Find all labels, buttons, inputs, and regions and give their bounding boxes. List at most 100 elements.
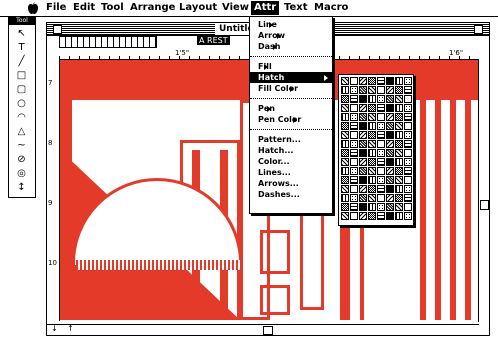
hatch-swatch[interactable] [386, 203, 394, 211]
hatch-swatch[interactable] [350, 77, 358, 85]
hatch-swatch[interactable] [404, 149, 412, 157]
hatch-swatch[interactable] [359, 203, 367, 211]
attr-menu-item-pattern[interactable]: Pattern... [258, 134, 301, 145]
circle-tool-icon[interactable]: ◎ [11, 167, 32, 181]
hatch-swatch[interactable] [359, 131, 367, 139]
menu-edit[interactable]: Edit [73, 2, 95, 14]
attr-menu-item-hatch[interactable]: Hatch... [258, 145, 293, 156]
hatch-swatch[interactable] [395, 176, 403, 184]
hatch-swatch[interactable] [404, 77, 412, 85]
hatch-swatch[interactable] [377, 149, 385, 157]
hatch-swatch[interactable] [395, 149, 403, 157]
hatch-swatch[interactable] [350, 113, 358, 121]
hatch-swatch[interactable] [341, 113, 349, 121]
hatch-swatch[interactable] [368, 176, 376, 184]
zoom-box[interactable] [474, 25, 483, 34]
hatch-swatch[interactable] [368, 104, 376, 112]
hatch-swatch[interactable] [404, 131, 412, 139]
hatch-swatch[interactable] [377, 77, 385, 85]
menu-layout[interactable]: Layout [179, 2, 217, 14]
menu-macro[interactable]: Macro [314, 2, 348, 14]
hatch-swatch[interactable] [368, 185, 376, 193]
hatch-swatch[interactable] [359, 158, 367, 166]
hatch-swatch[interactable] [368, 113, 376, 121]
hatch-swatch[interactable] [350, 167, 358, 175]
attr-menu-item-hatch[interactable]: Hatch [250, 72, 332, 83]
rounded-rect-tool-icon[interactable]: ▢ [11, 83, 32, 97]
hatch-swatch[interactable] [341, 77, 349, 85]
attr-menu-item-dash[interactable]: Dash [258, 41, 281, 52]
attr-menu-item-fill[interactable]: Fill [258, 61, 272, 72]
freehand-tool-icon[interactable]: ~ [11, 139, 32, 153]
hatch-swatch[interactable] [404, 212, 412, 220]
hatch-swatch[interactable] [386, 95, 394, 103]
hatch-swatch[interactable] [404, 140, 412, 148]
hatch-swatch[interactable] [395, 122, 403, 130]
hatch-swatch[interactable] [404, 176, 412, 184]
page-down-icon[interactable]: ↓ [51, 324, 58, 333]
hatch-swatch[interactable] [368, 149, 376, 157]
hatch-swatch[interactable] [359, 104, 367, 112]
hatch-swatch[interactable] [359, 140, 367, 148]
hatch-swatch[interactable] [359, 194, 367, 202]
hatch-swatch[interactable] [386, 140, 394, 148]
hatch-swatch[interactable] [359, 176, 367, 184]
hatch-swatch[interactable] [386, 77, 394, 85]
hatch-swatch[interactable] [395, 212, 403, 220]
hatch-swatch[interactable] [404, 185, 412, 193]
attr-menu-item-arrow[interactable]: Arrow [258, 30, 285, 41]
hatch-swatch[interactable] [341, 176, 349, 184]
menu-text[interactable]: Text [284, 2, 308, 14]
hatch-swatch[interactable] [386, 113, 394, 121]
hatch-swatch[interactable] [350, 212, 358, 220]
hatch-swatch[interactable] [404, 86, 412, 94]
hatch-swatch[interactable] [404, 104, 412, 112]
hatch-swatch[interactable] [386, 176, 394, 184]
attr-menu-item-pen[interactable]: Pen [258, 103, 275, 114]
hatch-swatch[interactable] [395, 203, 403, 211]
attr-menu-item-lines[interactable]: Lines... [258, 167, 291, 178]
hatch-swatch[interactable] [386, 212, 394, 220]
hatch-swatch[interactable] [395, 158, 403, 166]
hatch-swatch[interactable] [395, 194, 403, 202]
hatch-swatch[interactable] [395, 95, 403, 103]
hatch-swatch[interactable] [341, 158, 349, 166]
vertical-scrollbar[interactable] [478, 60, 489, 322]
hatch-swatch[interactable] [377, 140, 385, 148]
hatch-swatch[interactable] [359, 86, 367, 94]
hatch-swatch[interactable] [386, 131, 394, 139]
menu-file[interactable]: File [46, 2, 66, 14]
hatch-swatch[interactable] [350, 95, 358, 103]
hatch-swatch[interactable] [395, 131, 403, 139]
hatch-swatch[interactable] [395, 113, 403, 121]
attr-menu-item-pen-color[interactable]: Pen Color [258, 114, 301, 125]
hatch-swatch[interactable] [368, 194, 376, 202]
hatch-swatch[interactable] [377, 158, 385, 166]
hatch-swatch[interactable] [359, 185, 367, 193]
hatch-swatch[interactable] [404, 203, 412, 211]
oval-tool-icon[interactable]: ○ [11, 97, 32, 111]
hatch-swatch[interactable] [377, 176, 385, 184]
hatch-swatch[interactable] [404, 167, 412, 175]
text-tool-icon[interactable]: T [11, 41, 32, 55]
hatch-swatch[interactable] [368, 77, 376, 85]
hatch-swatch[interactable] [359, 167, 367, 175]
close-box[interactable] [53, 25, 62, 34]
hatch-swatch[interactable] [350, 86, 358, 94]
hatch-swatch[interactable] [386, 194, 394, 202]
hatch-swatch[interactable] [377, 104, 385, 112]
scroll-thumb[interactable] [263, 326, 273, 335]
hatch-swatch[interactable] [377, 131, 385, 139]
arc-tool-icon[interactable]: ◠ [11, 111, 32, 125]
hatch-swatch[interactable] [359, 149, 367, 157]
attr-menu-item-dashes[interactable]: Dashes... [258, 189, 300, 200]
hatch-swatch[interactable] [377, 212, 385, 220]
hatch-swatch[interactable] [404, 95, 412, 103]
attr-menu-item-fill-color[interactable]: Fill Color [258, 83, 298, 94]
hatch-swatch[interactable] [404, 194, 412, 202]
hatch-swatch[interactable] [368, 203, 376, 211]
hatch-swatch[interactable] [395, 167, 403, 175]
attr-menu-item-line[interactable]: Line [258, 19, 277, 30]
layer-strip[interactable] [59, 36, 157, 48]
hatch-swatch[interactable] [341, 167, 349, 175]
